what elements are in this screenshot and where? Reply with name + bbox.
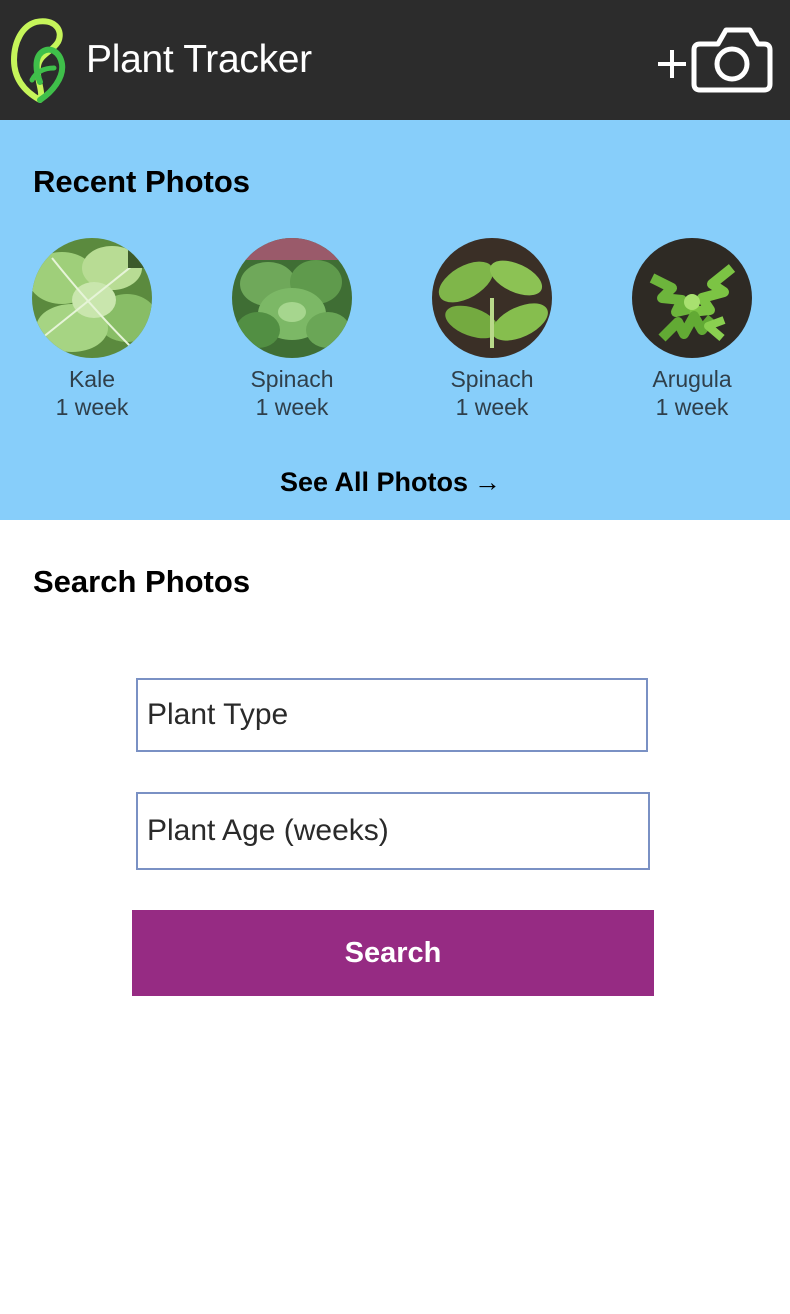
kale-photo (32, 238, 152, 358)
arugula-photo (632, 238, 752, 358)
leaf-logo-icon (11, 18, 66, 103)
plant-type-input[interactable] (136, 678, 648, 752)
app-header: Plant Tracker (0, 0, 790, 120)
recent-photos-title: Recent Photos (33, 164, 251, 199)
photo-plant-age: 1 week (655, 394, 729, 420)
recent-photos-section: Recent Photos Kale 1 week Spinach 1 week… (0, 120, 790, 520)
arrow-right-icon: → (474, 467, 502, 497)
recent-photo-item[interactable]: Kale 1 week (31, 238, 153, 421)
recent-photo-item[interactable]: Arugula 1 week (631, 238, 753, 421)
search-photos-section: Search Photos Search (0, 520, 790, 1314)
photo-plant-age: 1 week (55, 394, 129, 420)
photo-plant-age: 1 week (255, 394, 329, 420)
recent-photo-item[interactable]: Spinach 1 week (231, 238, 353, 421)
see-all-photos-link[interactable]: See All Photos → (280, 467, 501, 498)
add-camera-icon[interactable] (652, 24, 776, 96)
plant-age-input[interactable] (136, 792, 650, 870)
spinach-sprout-photo (432, 238, 552, 358)
spinach-photo (232, 238, 352, 358)
search-photos-title: Search Photos (33, 564, 251, 599)
photo-plant-name: Spinach (450, 366, 534, 392)
see-all-photos-label: See All Photos (280, 467, 469, 497)
search-button[interactable]: Search (132, 910, 654, 996)
photo-plant-name: Arugula (652, 366, 732, 392)
photo-plant-name: Spinach (250, 366, 334, 392)
recent-photo-item[interactable]: Spinach 1 week (431, 238, 553, 421)
photo-plant-name: Kale (68, 366, 116, 392)
photo-plant-age: 1 week (455, 394, 529, 420)
app-title: Plant Tracker (86, 38, 312, 81)
